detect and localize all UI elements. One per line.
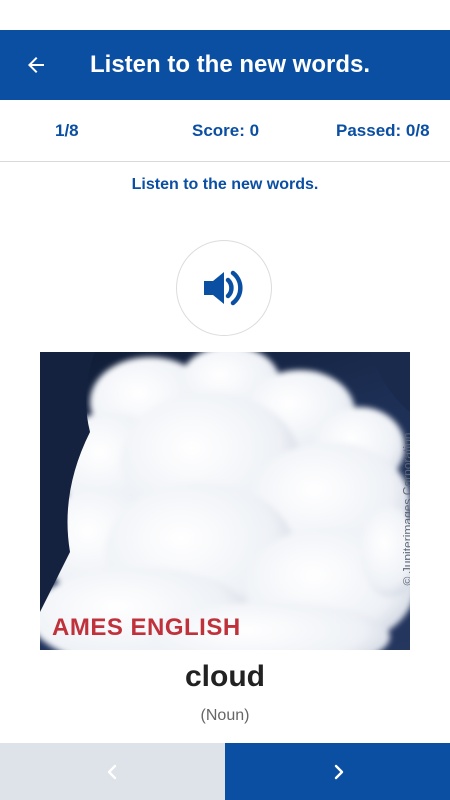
arrow-left-icon: [28, 57, 44, 73]
stats-bar: 1/8 Score: 0 Passed: 0/8: [0, 100, 450, 162]
part-of-speech: (Noun): [200, 707, 250, 724]
word-image-cloud: AMES ENGLISH © Jupiterimages Corporation: [40, 352, 410, 650]
instruction-text: Listen to the new words.: [131, 176, 319, 193]
app-bar: Listen to the new words.: [0, 30, 450, 100]
status-bar: [0, 0, 450, 30]
play-audio-button[interactable]: [176, 240, 272, 336]
speaker-icon: [204, 270, 243, 306]
image-credit: © Jupiterimages Corporation: [400, 432, 410, 586]
progress-counter: 1/8: [55, 121, 79, 140]
previous-button[interactable]: [0, 743, 225, 800]
vocabulary-word: cloud: [185, 660, 265, 693]
chevron-right-icon: [334, 764, 343, 779]
cloud-illustration: [40, 352, 410, 650]
page-title: Listen to the new words.: [90, 51, 371, 78]
chevron-left-icon: [107, 764, 116, 779]
score-counter: Score: 0: [192, 121, 260, 140]
passed-counter: Passed: 0/8: [336, 121, 430, 140]
next-button[interactable]: [225, 743, 450, 800]
back-button[interactable]: [14, 40, 58, 90]
image-watermark: AMES ENGLISH: [52, 614, 241, 641]
